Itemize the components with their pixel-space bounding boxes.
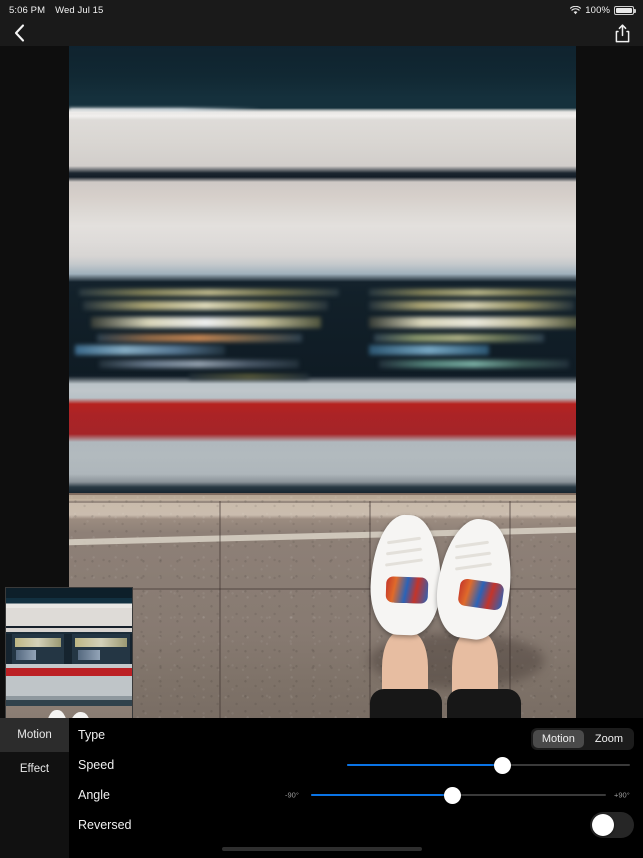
type-label: Type	[78, 728, 106, 742]
segment-zoom[interactable]: Zoom	[586, 730, 632, 748]
thumbnail-train	[6, 588, 132, 706]
angle-min-label: -90°	[285, 790, 299, 800]
speed-slider-fill	[347, 764, 503, 766]
reversed-toggle[interactable]	[590, 812, 634, 838]
nav-bar	[0, 20, 643, 46]
battery-percent-label: 100%	[585, 4, 610, 16]
feet-and-shoes	[69, 493, 576, 718]
angle-slider[interactable]	[311, 780, 606, 810]
speed-slider-track[interactable]	[347, 756, 630, 774]
app-screen: 5:06 PM Wed Jul 15 100% Motion Effect Ty…	[0, 0, 643, 858]
sidebar-item-effect[interactable]: Effect	[0, 752, 69, 786]
panel-sidebar: Motion Effect	[0, 718, 69, 858]
battery-full-icon	[614, 5, 636, 15]
segment-motion[interactable]: Motion	[532, 730, 584, 748]
motion-blurred-train	[69, 46, 576, 493]
share-button[interactable]	[607, 20, 637, 46]
reversed-row: Reversed	[69, 810, 643, 840]
angle-slider-fill	[311, 794, 453, 796]
home-indicator[interactable]	[221, 847, 422, 851]
angle-max-label: +90°	[614, 790, 630, 800]
type-row: Type Motion Zoom	[69, 720, 643, 750]
blur-line	[69, 376, 576, 378]
thumbnail-platform	[6, 706, 132, 718]
sidebar-item-label: Motion	[17, 729, 52, 741]
back-button[interactable]	[4, 20, 34, 46]
angle-slider-knob[interactable]	[444, 786, 462, 804]
reversed-label: Reversed	[78, 818, 132, 832]
status-date: Wed Jul 15	[55, 4, 104, 16]
share-upload-icon	[615, 23, 629, 42]
original-photo-thumbnail[interactable]	[5, 587, 133, 718]
blurred-train-and-feet-photo[interactable]	[69, 46, 576, 718]
angle-label: Angle	[78, 788, 110, 802]
speed-row: Speed	[69, 750, 643, 780]
type-segmented-control[interactable]: Motion Zoom	[530, 728, 634, 750]
reversed-toggle-knob	[592, 814, 614, 836]
angle-row: Angle -90° +90°	[69, 780, 643, 810]
photo-canvas[interactable]	[0, 46, 643, 718]
editor-panel: Motion Effect Type Motion Zoom Speed Ang…	[0, 718, 643, 858]
highlight-streak	[69, 108, 576, 111]
window-light-streaks	[69, 282, 576, 387]
sidebar-item-label: Effect	[19, 763, 50, 775]
angle-slider-track[interactable]	[311, 786, 606, 804]
panel-controls: Type Motion Zoom Speed Angle -90° +90° R…	[69, 718, 643, 858]
status-bar-left: 5:06 PM Wed Jul 15	[0, 5, 103, 16]
status-bar: 5:06 PM Wed Jul 15 100%	[0, 0, 643, 20]
speed-slider[interactable]	[347, 750, 630, 780]
sidebar-item-motion[interactable]: Motion	[0, 718, 69, 752]
speed-slider-knob[interactable]	[494, 756, 512, 774]
wifi-icon	[570, 5, 582, 15]
status-time: 5:06 PM	[9, 4, 46, 16]
status-bar-right: 100%	[570, 5, 643, 16]
chevron-left-icon	[14, 24, 24, 42]
speed-label: Speed	[78, 758, 115, 772]
